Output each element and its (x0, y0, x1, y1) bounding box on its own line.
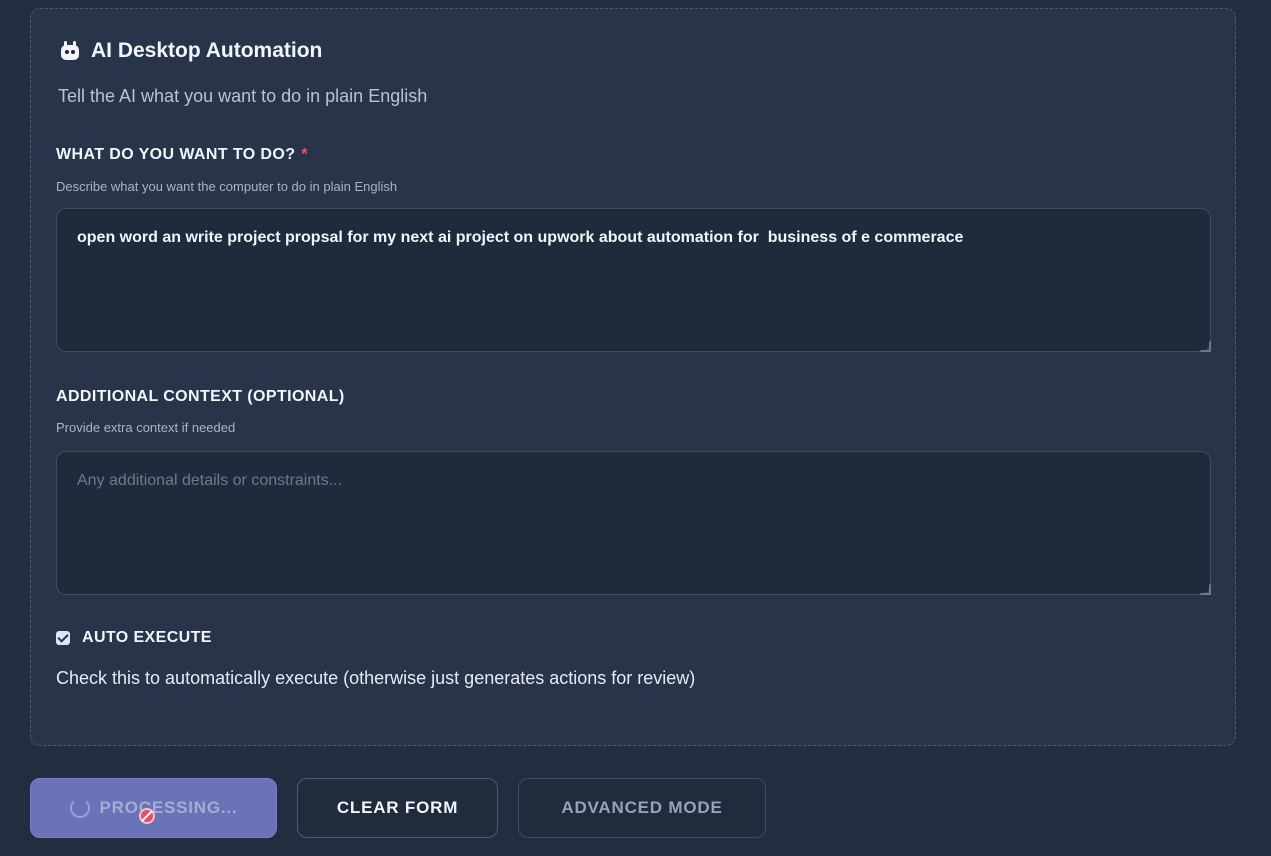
advanced-mode-button-label: ADVANCED MODE (561, 798, 723, 817)
clear-form-button-label: CLEAR FORM (336, 798, 459, 817)
auto-execute-label[interactable]: AUTO EXECUTE (82, 629, 212, 647)
task-field-help: Describe what you want the computer to d… (56, 179, 398, 194)
processing-button-label: PROCESSING... (99, 798, 238, 817)
clear-form-button[interactable]: CLEAR FORM (297, 778, 498, 838)
automation-form-card: AI Desktop Automation Tell the AI what y… (30, 8, 1236, 746)
processing-button[interactable]: PROCESSING... (30, 778, 277, 838)
not-allowed-cursor-icon (139, 808, 155, 824)
auto-execute-row: AUTO EXECUTE (56, 629, 212, 647)
robot-icon (59, 40, 81, 62)
auto-execute-checkbox[interactable] (56, 631, 70, 645)
form-header: AI Desktop Automation (59, 39, 322, 63)
advanced-mode-button[interactable]: ADVANCED MODE (518, 778, 766, 838)
required-marker: * (301, 146, 309, 163)
context-field-help: Provide extra context if needed (56, 420, 236, 435)
task-field-label: WHAT DO YOU WANT TO DO? * (56, 146, 308, 164)
context-input[interactable] (56, 451, 1211, 595)
auto-execute-help: Check this to automatically execute (oth… (56, 668, 696, 688)
app-subtitle: Tell the AI what you want to do in plain… (58, 86, 428, 106)
context-field-label: ADDITIONAL CONTEXT (OPTIONAL) (56, 388, 345, 405)
task-input[interactable]: open word an write project propsal for m… (56, 208, 1211, 352)
spinner-icon (69, 798, 90, 818)
task-field-label-text: WHAT DO YOU WANT TO DO? (56, 146, 296, 163)
app-title: AI Desktop Automation (91, 39, 323, 62)
